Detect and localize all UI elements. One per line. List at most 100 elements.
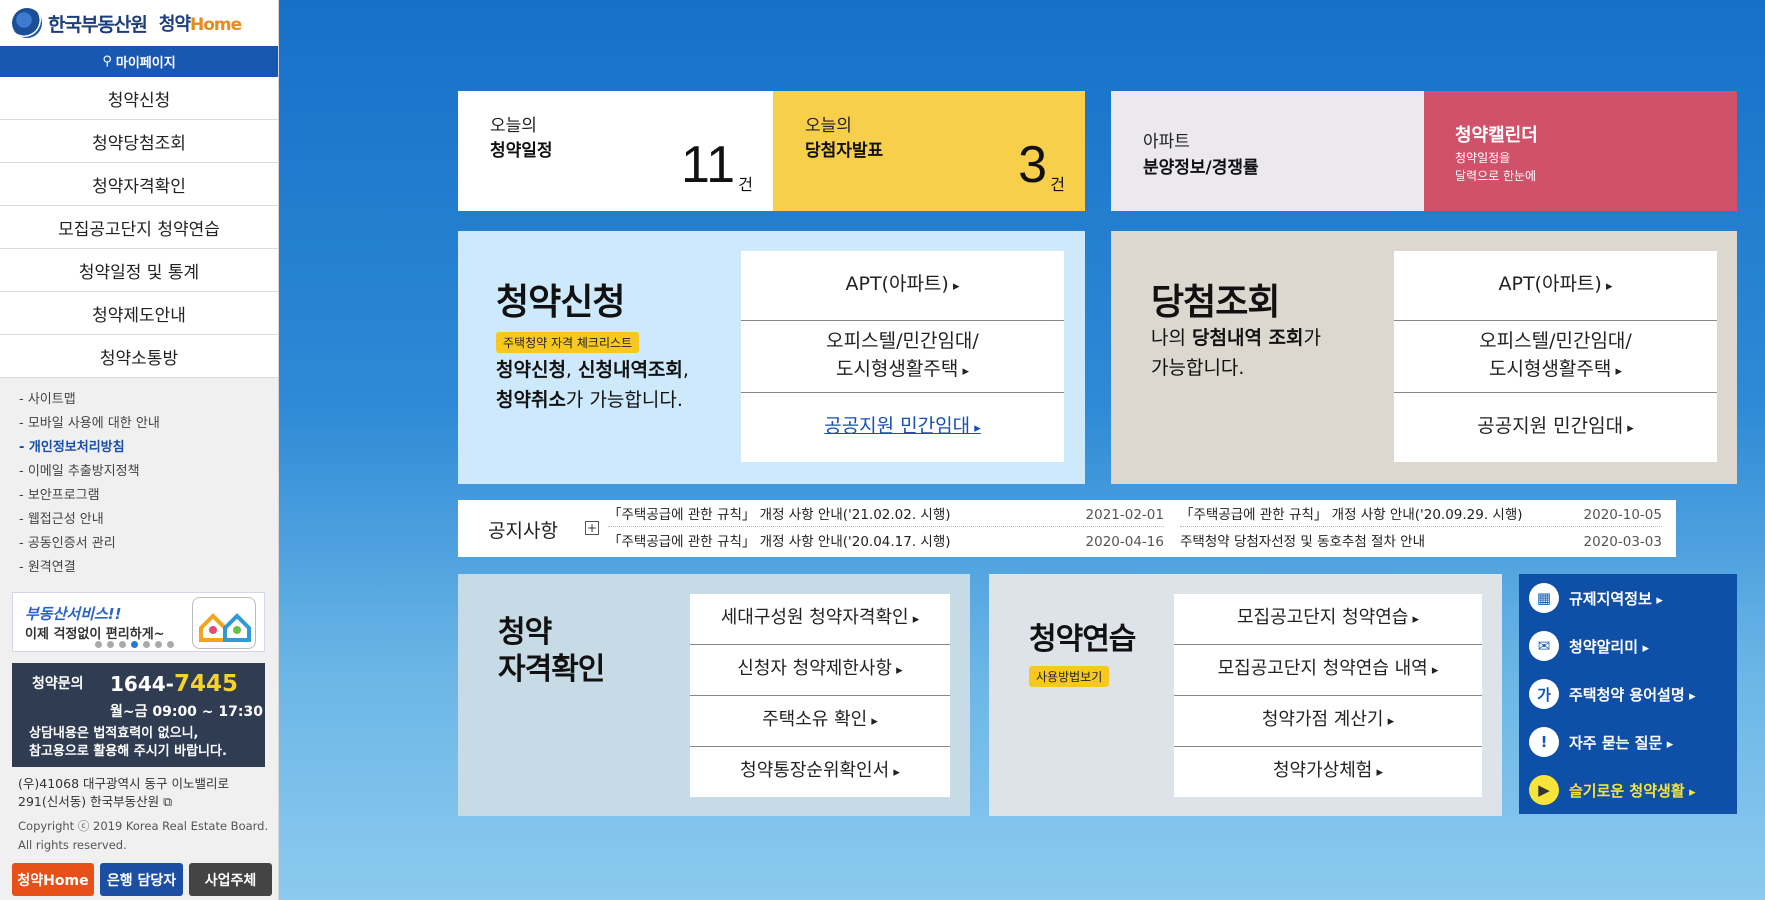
text-icon: 가 xyxy=(1529,679,1559,709)
quick-glossary[interactable]: 가 주택청약 용어설명 xyxy=(1519,670,1737,718)
house-icon xyxy=(192,597,256,649)
calendar-title: 청약캘린더 xyxy=(1455,125,1538,146)
bank-staff-button[interactable]: 은행 담당자 xyxy=(100,863,183,896)
sidebar-nav: 청약신청 청약당첨조회 청약자격확인 모집공고단지 청약연습 청약일정 및 통계… xyxy=(0,77,278,378)
contact-note: 상담내용은 법적효력이 없으니, 참고용으로 활용해 주시기 바랍니다. xyxy=(29,726,227,759)
home-button[interactable]: 청약Home xyxy=(12,863,94,896)
banner-dot[interactable] xyxy=(155,641,162,648)
quick-faq[interactable]: ! 자주 묻는 질문 xyxy=(1519,718,1737,766)
banner-dot[interactable] xyxy=(143,641,150,648)
notice-item[interactable]: 「주택공급에 관한 규칙」 개정 사항 안내('20.09.29. 시행) 202… xyxy=(1180,503,1662,527)
eligibility-link-list: 세대구성원 청약자격확인 신청자 청약제한사항 주택소유 확인 청약통장순위확인… xyxy=(690,594,950,797)
winner-public-rental-link[interactable]: 공공지원 민간임대 xyxy=(1394,393,1717,462)
apply-title: 청약신청 xyxy=(496,282,625,323)
card-title: 청약일정 xyxy=(490,141,553,161)
card-title: 분양정보/경쟁률 xyxy=(1143,158,1259,178)
link-mobile[interactable]: - 모바일 사용에 대한 안내 xyxy=(19,412,278,436)
building-icon: ▦ xyxy=(1529,583,1559,613)
banner-subtitle: 이제 걱정없이 편리하게~ xyxy=(25,627,165,642)
nav-item-schedule[interactable]: 청약일정 및 통계 xyxy=(0,249,278,292)
score-calculator-link[interactable]: 청약가점 계산기 xyxy=(1174,696,1482,747)
apply-apt-link[interactable]: APT(아파트) xyxy=(741,251,1064,321)
usage-guide-tag[interactable]: 사용방법보기 xyxy=(1029,666,1110,687)
winner-panel: 당첨조회 나의 당첨내역 조회가 가능합니다. APT(아파트) 오피스텔/민간… xyxy=(1111,231,1737,484)
nav-item-guide[interactable]: 청약제도안내 xyxy=(0,292,278,335)
notice-title[interactable]: 공지사항 xyxy=(488,516,558,543)
practice-link-list: 모집공고단지 청약연습 모집공고단지 청약연습 내역 청약가점 계산기 청약가상… xyxy=(1174,594,1482,797)
practice-link[interactable]: 모집공고단지 청약연습 xyxy=(1174,594,1482,645)
logo-icon xyxy=(12,8,42,38)
checklist-tag[interactable]: 주택청약 자격 체크리스트 xyxy=(496,332,640,353)
mypage-label: 마이페이지 xyxy=(115,56,176,71)
nav-item-winner[interactable]: 청약당첨조회 xyxy=(0,120,278,163)
count-unit: 건 xyxy=(1050,175,1065,194)
banner-pagination xyxy=(95,641,174,648)
link-sitemap[interactable]: - 사이트맵 xyxy=(19,388,278,412)
sub-links: - 사이트맵 - 모바일 사용에 대한 안내 - 개인정보처리방침 - 이메일 … xyxy=(0,378,278,580)
apply-public-rental-link[interactable]: 공공지원 민간임대 xyxy=(741,393,1064,462)
banner-dot-active[interactable] xyxy=(131,641,138,648)
eligibility-panel: 청약 자격확인 세대구성원 청약자격확인 신청자 청약제한사항 주택소유 확인 … xyxy=(458,574,970,816)
ownership-link[interactable]: 주택소유 확인 xyxy=(690,696,950,747)
banner-dot[interactable] xyxy=(107,641,114,648)
mypage-button[interactable]: ⚲ 마이페이지 xyxy=(0,46,278,77)
contact-label: 청약문의 xyxy=(32,676,84,692)
winner-title: 당첨조회 xyxy=(1151,282,1280,323)
nav-item-apply[interactable]: 청약신청 xyxy=(0,77,278,120)
nav-item-practice[interactable]: 모집공고단지 청약연습 xyxy=(0,206,278,249)
banner-dot[interactable] xyxy=(167,641,174,648)
contact-box: 청약문의 1644-7445 월~금 09:00 ~ 17:30 상담내용은 법… xyxy=(12,663,265,767)
external-link-icon[interactable]: ⧉ xyxy=(163,794,172,809)
apply-officetel-link[interactable]: 오피스텔/민간임대/도시형생활주택 xyxy=(741,321,1064,393)
banner-dot[interactable] xyxy=(119,641,126,648)
quick-smart-life[interactable]: ▶ 슬기로운 청약생활 xyxy=(1519,766,1737,814)
quick-alarm[interactable]: ✉ 청약알리미 xyxy=(1519,622,1737,670)
winner-count: 3 xyxy=(1018,136,1047,194)
business-entity-button[interactable]: 사업주체 xyxy=(189,863,272,896)
card-label: 오늘의 xyxy=(805,116,852,136)
logo[interactable]: 한국부동산원 청약Home xyxy=(0,0,278,46)
play-icon: ▶ xyxy=(1529,775,1559,805)
link-accessibility[interactable]: - 웹접근성 안내 xyxy=(19,508,278,532)
logo-main-text: 한국부동산원 xyxy=(48,13,148,36)
link-remote[interactable]: - 원격연결 xyxy=(19,556,278,580)
notice-item[interactable]: 「주택공급에 관한 규칙」 개정 사항 안내('20.04.17. 시행) 202… xyxy=(608,530,1164,554)
nav-item-eligibility[interactable]: 청약자격확인 xyxy=(0,163,278,206)
card-title: 당첨자발표 xyxy=(805,141,884,161)
count-unit: 건 xyxy=(738,175,753,194)
notice-item[interactable]: 주택청약 당첨자선정 및 동호추첨 절차 안내 2020-03-03 xyxy=(1180,530,1662,554)
notice-item[interactable]: 「주택공급에 관한 규칙」 개정 사항 안내('21.02.02. 시행) 202… xyxy=(608,503,1164,527)
quick-regulation[interactable]: ▦ 규제지역정보 xyxy=(1519,574,1737,622)
practice-title: 청약연습 xyxy=(1029,622,1136,657)
sidebar: 한국부동산원 청약Home ⚲ 마이페이지 청약신청 청약당첨조회 청약자격확인… xyxy=(0,0,279,900)
winner-apt-link[interactable]: APT(아파트) xyxy=(1394,251,1717,321)
today-schedule-card[interactable]: 오늘의 청약일정 11 건 xyxy=(458,91,773,211)
practice-panel: 청약연습 사용방법보기 모집공고단지 청약연습 모집공고단지 청약연습 내역 청… xyxy=(989,574,1502,816)
today-winner-card[interactable]: 오늘의 당첨자발표 3 건 xyxy=(773,91,1085,211)
exclamation-icon: ! xyxy=(1529,727,1559,757)
plus-icon[interactable]: + xyxy=(585,521,599,535)
link-security[interactable]: - 보안프로그램 xyxy=(19,484,278,508)
nav-item-community[interactable]: 청약소통방 xyxy=(0,335,278,378)
calendar-sub: 청약일정을 xyxy=(1455,151,1511,165)
virtual-experience-link[interactable]: 청약가상체험 xyxy=(1174,747,1482,797)
link-certificate[interactable]: - 공동인증서 관리 xyxy=(19,532,278,556)
banner-dot[interactable] xyxy=(95,641,102,648)
mail-icon: ✉ xyxy=(1529,631,1559,661)
card-label: 오늘의 xyxy=(490,116,537,136)
link-email-policy[interactable]: - 이메일 추출방지정책 xyxy=(19,460,278,484)
calendar-card[interactable]: 청약캘린더 청약일정을 달력으로 한눈에 xyxy=(1424,91,1737,211)
winner-officetel-link[interactable]: 오피스텔/민간임대/도시형생활주택 xyxy=(1394,321,1717,393)
household-eligibility-link[interactable]: 세대구성원 청약자격확인 xyxy=(690,594,950,645)
service-banner[interactable]: 부동산서비스!! 이제 걱정없이 편리하게~ xyxy=(12,592,265,652)
link-privacy[interactable]: - 개인정보처리방침 xyxy=(19,436,278,460)
main-content: 오늘의 청약일정 11 건 오늘의 당첨자발표 3 건 아파트 분양정보/경쟁률… xyxy=(279,0,1765,900)
apply-panel: 청약신청 주택청약 자격 체크리스트 청약신청, 신청내역조회, 청약취소가 가… xyxy=(458,231,1085,484)
account-rank-link[interactable]: 청약통장순위확인서 xyxy=(690,747,950,797)
banner-title: 부동산서비스!! xyxy=(25,605,122,623)
winner-description: 나의 당첨내역 조회가 가능합니다. xyxy=(1151,327,1321,379)
restriction-link[interactable]: 신청자 청약제한사항 xyxy=(690,645,950,696)
apply-description: 청약신청, 신청내역조회, 청약취소가 가능합니다. xyxy=(496,359,689,411)
apt-info-card[interactable]: 아파트 분양정보/경쟁률 xyxy=(1111,91,1424,211)
practice-history-link[interactable]: 모집공고단지 청약연습 내역 xyxy=(1174,645,1482,696)
